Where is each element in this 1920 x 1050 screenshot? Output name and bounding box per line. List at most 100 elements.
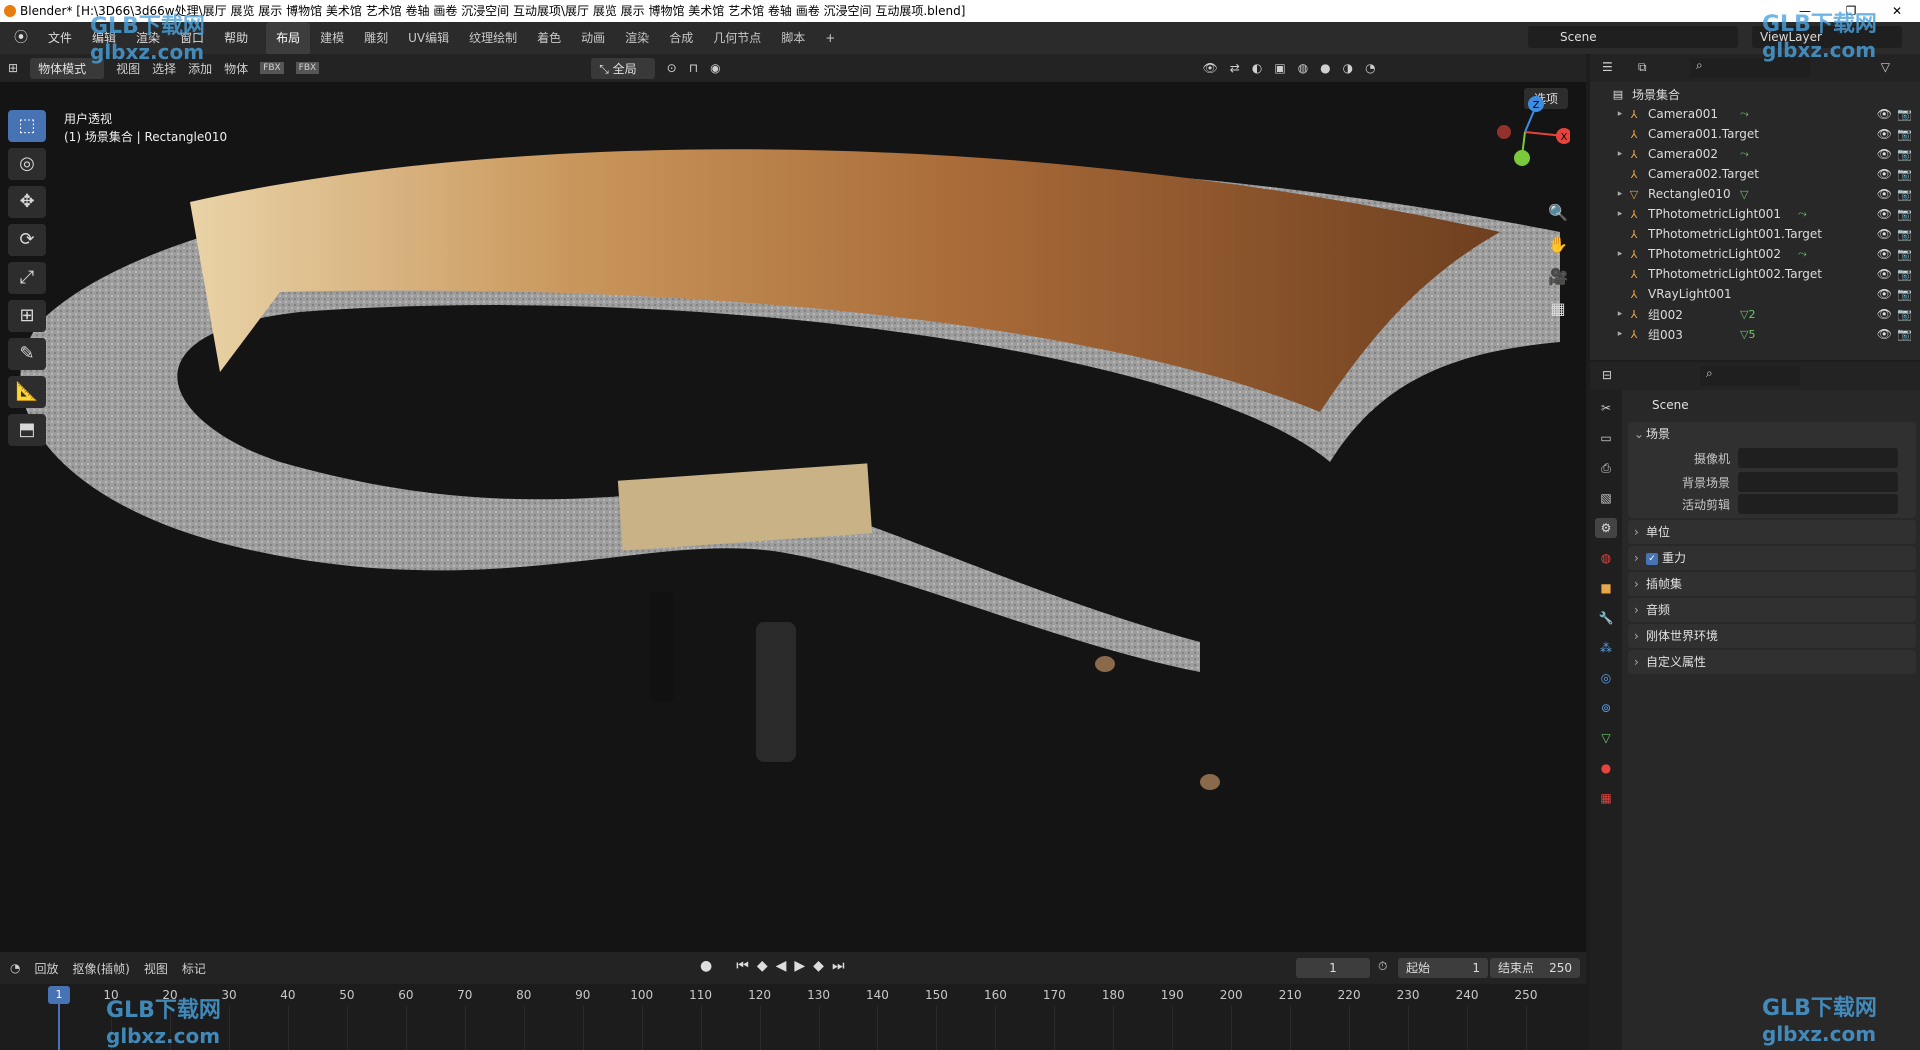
data-tab-icon[interactable]: ▽ [1595, 728, 1617, 748]
visibility-eye-icon[interactable]: 👁 [1877, 207, 1892, 221]
xray-icon[interactable]: ▣ [1274, 61, 1285, 75]
output-tab-icon[interactable]: ⎙ [1595, 458, 1617, 478]
menu-keying[interactable]: 抠像(插帧) [73, 960, 130, 977]
keying-sets-panel[interactable]: 插帧集 [1628, 572, 1916, 596]
outliner-item[interactable]: ▸ ⅄ 组003 ▽5 👁 📷 [1590, 324, 1920, 344]
grid-view-icon[interactable]: ▦ [1544, 296, 1572, 322]
expand-arrow-icon[interactable]: ▸ [1614, 189, 1626, 199]
snap-icon[interactable]: ⊓ [689, 61, 698, 75]
tab-texture-paint[interactable]: 纹理绘制 [459, 22, 527, 54]
blender-menu-icon[interactable]: ⦿ [4, 22, 38, 54]
render-camera-icon[interactable]: 📷 [1897, 267, 1912, 281]
visibility-eye-icon[interactable]: 👁 [1877, 267, 1892, 281]
scene-panel-title[interactable]: 场景 [1628, 422, 1916, 446]
render-camera-icon[interactable]: 📷 [1897, 107, 1912, 121]
jump-end-icon[interactable]: ⏭ [832, 958, 845, 974]
outliner-item[interactable]: ▸ ⅄ Camera001 ⤳ 👁 📷 [1590, 104, 1920, 124]
render-camera-icon[interactable]: 📷 [1897, 127, 1912, 141]
navigation-gizmo[interactable]: Z X [1480, 92, 1570, 172]
display-mode-icon[interactable]: ⧉ [1638, 60, 1647, 75]
cursor-tool[interactable]: ◎ [8, 148, 46, 180]
properties-editor-icon[interactable]: ⊟ [1602, 368, 1612, 382]
visibility-eye-icon[interactable]: 👁 [1877, 107, 1892, 121]
expand-arrow-icon[interactable]: ▸ [1614, 309, 1626, 319]
visibility-eye-icon[interactable]: 👁 [1877, 287, 1892, 301]
outliner-item[interactable]: ▸ ⅄ Camera002 ⤳ 👁 📷 [1590, 144, 1920, 164]
rotate-tool[interactable]: ⟳ [8, 224, 46, 256]
menu-marker[interactable]: 标记 [182, 960, 206, 977]
shading-solid-icon[interactable]: ● [1320, 61, 1330, 75]
transform-orientation-dropdown[interactable]: ⤡ 全局 [591, 57, 655, 79]
shading-rendered-icon[interactable]: ◔ [1365, 61, 1375, 75]
menu-file[interactable]: 文件 [38, 22, 82, 54]
tab-layout[interactable]: 布局 [266, 22, 311, 54]
play-icon[interactable]: ▶ [794, 958, 805, 974]
outliner-root[interactable]: ▤ 场景集合 [1590, 84, 1920, 104]
pivot-icon[interactable]: ⊙ [667, 61, 677, 75]
outliner-item[interactable]: ▸ ⅄ TPhotometricLight002 ⤳ 👁 📷 [1590, 244, 1920, 264]
scene-tab-icon[interactable]: ⚙ [1595, 518, 1617, 538]
play-reverse-icon[interactable]: ◀ [776, 958, 787, 974]
tab-rendering[interactable]: 渲染 [615, 22, 659, 54]
scene-selector[interactable]: Scene [1528, 26, 1738, 48]
physics-tab-icon[interactable]: ◎ [1595, 668, 1617, 688]
view-layer-tab-icon[interactable]: ▧ [1595, 488, 1617, 508]
tab-uv-editing[interactable]: UV编辑 [398, 22, 459, 54]
audio-panel[interactable]: 音频 [1628, 598, 1916, 622]
tool-tab-icon[interactable]: ✂ [1595, 398, 1617, 418]
properties-search-icon[interactable]: ⌕ [1700, 366, 1800, 386]
pan-hand-icon[interactable]: ✋ [1544, 232, 1572, 258]
render-tab-icon[interactable]: ▭ [1595, 428, 1617, 448]
render-camera-icon[interactable]: 📷 [1897, 207, 1912, 221]
scale-tool[interactable]: ⤢ [8, 262, 46, 294]
camera-field[interactable] [1738, 448, 1898, 468]
tab-compositing[interactable]: 合成 [659, 22, 703, 54]
expand-arrow-icon[interactable]: ▸ [1614, 149, 1626, 159]
texture-tab-icon[interactable]: ▦ [1595, 788, 1617, 808]
frame-end-field[interactable]: 结束点 250 [1490, 958, 1580, 978]
playhead[interactable]: 1 [48, 986, 70, 1004]
tab-scripting[interactable]: 脚本 [771, 22, 815, 54]
expand-arrow-icon[interactable]: ▸ [1614, 209, 1626, 219]
outliner-item[interactable]: ⅄ TPhotometricLight001.Target 👁 📷 [1590, 224, 1920, 244]
particles-tab-icon[interactable]: ⁂ [1595, 638, 1617, 658]
fbx-icon[interactable]: FBX [260, 62, 284, 74]
tab-sculpting[interactable]: 雕刻 [354, 22, 398, 54]
menu-playback[interactable]: 回放 [34, 960, 58, 977]
visibility-eye-icon[interactable]: 👁 [1877, 227, 1892, 241]
close-button[interactable]: ✕ [1874, 0, 1920, 22]
timeline-editor-icon[interactable]: ◔ [10, 961, 20, 975]
visibility-eye-icon[interactable]: 👁 [1877, 247, 1892, 261]
rigid-body-world-panel[interactable]: 刚体世界环境 [1628, 624, 1916, 648]
world-tab-icon[interactable]: ◍ [1595, 548, 1617, 568]
material-tab-icon[interactable]: ● [1595, 758, 1617, 778]
preview-range-icon[interactable]: ⏱ [1378, 959, 1387, 974]
background-scene-field[interactable] [1738, 472, 1898, 492]
tab-modeling[interactable]: 建模 [310, 22, 354, 54]
render-camera-icon[interactable]: 📷 [1897, 147, 1912, 161]
outliner-item[interactable]: ▸ ⅄ 组002 ▽2 👁 📷 [1590, 304, 1920, 324]
fbx-export-icon[interactable]: FBX [295, 62, 320, 74]
3d-viewport[interactable]: 用户透视 (1) 场景集合 | Rectangle010 选项 ⬚ ◎ ✥ ⟳ … [0, 82, 1586, 952]
outliner-item[interactable]: ▸ ⅄ TPhotometricLight001 ⤳ 👁 📷 [1590, 204, 1920, 224]
annotate-tool[interactable]: ✎ [8, 338, 46, 370]
outliner-item[interactable]: ⅄ Camera001.Target 👁 📷 [1590, 124, 1920, 144]
outliner-item[interactable]: ⅄ TPhotometricLight002.Target 👁 📷 [1590, 264, 1920, 284]
record-icon[interactable]: ● [700, 958, 712, 974]
visibility-eye-icon[interactable]: 👁 [1877, 327, 1892, 341]
units-panel[interactable]: 单位 [1628, 520, 1916, 544]
render-camera-icon[interactable]: 📷 [1897, 247, 1912, 261]
modifier-tab-icon[interactable]: 🔧 [1595, 608, 1617, 628]
gravity-checkbox[interactable]: ✓ [1646, 552, 1658, 565]
transform-tool[interactable]: ⊞ [8, 300, 46, 332]
timeline-ruler[interactable]: 10 20 30 40 50 60 70 80 90 100 110 120 130 140 150 160 1… [0, 984, 1586, 1050]
gravity-panel[interactable]: ✓ 重力 [1628, 546, 1916, 570]
zoom-icon[interactable]: 🔍 [1544, 200, 1572, 226]
shading-material-icon[interactable]: ◑ [1343, 61, 1353, 75]
visibility-eye-icon[interactable]: 👁 [1877, 187, 1892, 201]
filter-icon[interactable]: ▽ [1881, 60, 1890, 74]
measure-tool[interactable]: 📐 [8, 376, 46, 408]
tab-animation[interactable]: 动画 [571, 22, 615, 54]
custom-properties-panel[interactable]: 自定义属性 [1628, 650, 1916, 674]
prev-keyframe-icon[interactable]: ◆ [757, 958, 768, 974]
